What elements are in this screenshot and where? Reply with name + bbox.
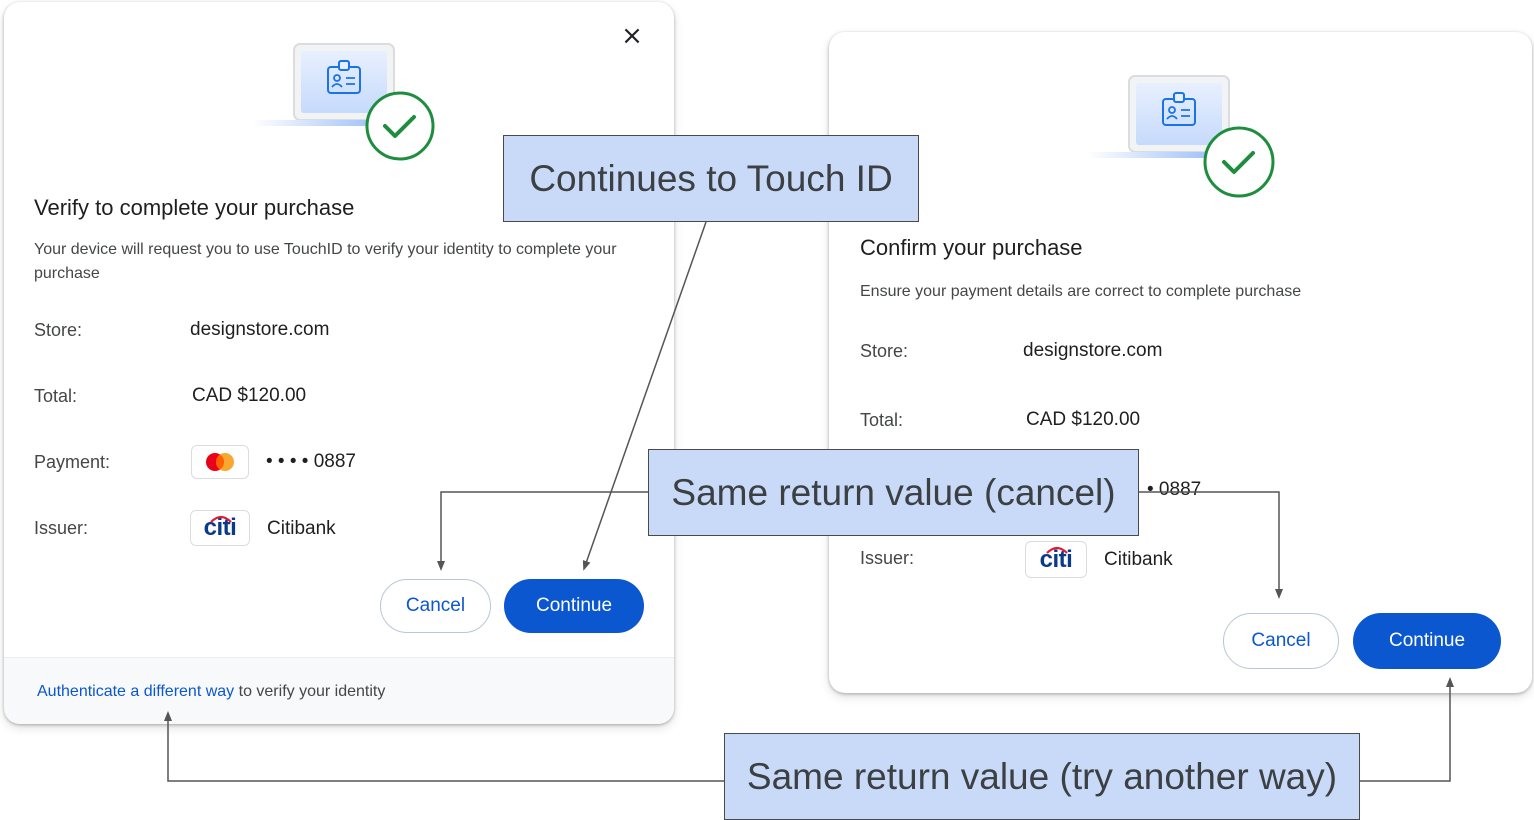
- total-label: Total:: [860, 410, 904, 430]
- continue-button[interactable]: Continue: [504, 579, 644, 633]
- dialog-description: Your device will request you to use Touc…: [34, 241, 617, 282]
- try-another-arrow-left: [164, 711, 724, 782]
- total-value: CAD $120.00: [192, 385, 307, 406]
- try-another-arrow-right: [1360, 677, 1454, 782]
- store-label: Store:: [34, 320, 83, 340]
- citi-logo: citi: [190, 510, 250, 546]
- dialog-title: Verify to complete your purchase: [34, 195, 355, 220]
- issuer-value: Citibank: [267, 518, 336, 539]
- mastercard-icon: [191, 445, 249, 479]
- citi-logo: citi: [1025, 541, 1087, 578]
- verify-dialog: × Verify to complete your purchase Your …: [4, 2, 674, 724]
- annotation-try-another-way: Same return value (try another way): [724, 733, 1360, 820]
- store-value: designstore.com: [1023, 340, 1163, 361]
- footer-rest-text: to verify your identity: [234, 683, 386, 700]
- close-icon[interactable]: ×: [616, 20, 648, 52]
- confirm-dialog: Confirm your purchase Ensure your paymen…: [829, 32, 1532, 693]
- authenticate-different-way-link[interactable]: Authenticate a different way: [37, 683, 234, 700]
- issuer-label: Issuer:: [34, 518, 89, 538]
- total-value: CAD $120.00: [1026, 409, 1141, 430]
- canvas: × Verify to complete your purchase Your …: [0, 0, 1534, 820]
- dialog-description: Ensure your payment details are correct …: [860, 283, 1302, 300]
- store-value: designstore.com: [190, 319, 330, 340]
- annotation-touch-id: Continues to Touch ID: [503, 135, 919, 222]
- store-label: Store:: [860, 341, 909, 361]
- cancel-button[interactable]: Cancel: [380, 579, 491, 633]
- laptop-check-illustration: [1087, 75, 1275, 198]
- annotation-cancel: Same return value (cancel): [648, 449, 1139, 536]
- issuer-label: Issuer:: [860, 548, 915, 568]
- footer-text: Authenticate a different way to verify y…: [37, 683, 385, 701]
- laptop-check-illustration: [252, 43, 435, 161]
- card-number: • • • • 0887: [266, 451, 356, 472]
- issuer-value: Citibank: [1104, 549, 1173, 570]
- cancel-button[interactable]: Cancel: [1223, 613, 1339, 669]
- card-number: • 0887: [1147, 479, 1202, 500]
- dialog-title: Confirm your purchase: [860, 235, 1083, 260]
- continue-button[interactable]: Continue: [1353, 613, 1501, 669]
- total-label: Total:: [34, 386, 78, 406]
- payment-label: Payment:: [34, 452, 111, 472]
